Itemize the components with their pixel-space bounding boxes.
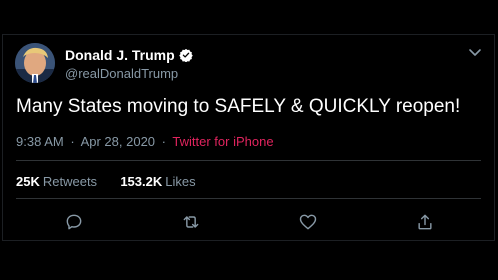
- tweet-date[interactable]: Apr 28, 2020: [81, 134, 155, 149]
- share-icon: [418, 214, 432, 230]
- tweet-actions: [3, 212, 494, 234]
- display-name-row: Donald J. Trump: [65, 45, 193, 65]
- avatar[interactable]: [15, 43, 55, 83]
- chevron-down-icon[interactable]: [468, 45, 482, 59]
- tweet-time[interactable]: 9:38 AM: [16, 134, 64, 149]
- reply-icon: [66, 214, 82, 230]
- display-name[interactable]: Donald J. Trump: [65, 47, 175, 63]
- retweets-label: Retweets: [42, 174, 98, 189]
- retweet-icon: [183, 216, 199, 228]
- tweet-meta: 9:38 AM · Apr 28, 2020 · Twitter for iPh…: [16, 134, 274, 149]
- retweet-button[interactable]: [181, 212, 201, 232]
- tweet-source-link[interactable]: Twitter for iPhone: [172, 134, 273, 149]
- tweet-card: Donald J. Trump @realDonaldTrump Many St…: [2, 34, 495, 241]
- likes-label: Likes: [165, 174, 196, 189]
- heart-icon: [299, 214, 317, 230]
- meta-separator: ·: [161, 134, 166, 149]
- retweets-count: 25K: [16, 174, 40, 189]
- retweets-stat[interactable]: 25K Retweets: [16, 174, 101, 189]
- share-button[interactable]: [415, 212, 435, 232]
- tweet-text: Many States moving to SAFELY & QUICKLY r…: [16, 96, 461, 117]
- divider: [16, 198, 481, 199]
- avatar-image: [15, 43, 55, 83]
- meta-separator: ·: [70, 134, 75, 149]
- user-handle[interactable]: @realDonaldTrump: [65, 66, 193, 81]
- likes-stat[interactable]: 153.2K Likes: [120, 174, 195, 189]
- like-button[interactable]: [298, 212, 318, 232]
- verified-badge-icon: [178, 48, 193, 63]
- user-info[interactable]: Donald J. Trump @realDonaldTrump: [65, 45, 193, 81]
- divider: [16, 160, 481, 161]
- tweet-stats: 25K Retweets 153.2K Likes: [16, 174, 196, 189]
- reply-button[interactable]: [64, 212, 84, 232]
- likes-count: 153.2K: [120, 174, 163, 189]
